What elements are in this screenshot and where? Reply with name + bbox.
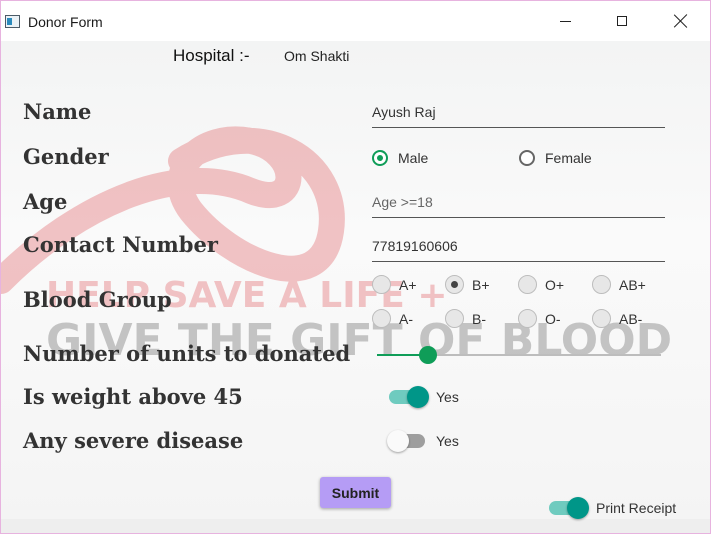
blood-group-ab-pos-radio[interactable]: AB+ [592,275,646,294]
minimize-icon [559,20,571,22]
app-window-icon [5,15,20,28]
weight-toggle-label: Yes [436,389,459,405]
gender-female-radio[interactable]: Female [519,150,592,166]
hospital-label: Hospital :- [173,46,250,65]
units-label: Number of units to donated [23,341,351,366]
disease-label: Any severe disease [23,428,244,453]
radio-indicator [518,309,537,328]
age-field[interactable]: Age >=18 [372,191,665,218]
blood-option-label: A- [399,310,413,327]
radio-indicator [445,309,464,328]
gender-male-radio[interactable]: Male [372,150,428,166]
blood-group-o-neg-radio[interactable]: O- [518,309,561,328]
print-receipt-label: Print Receipt [596,500,677,516]
hospital-value: Om Shakti [284,48,350,64]
name-label: Name [23,99,92,124]
blood-option-label: A+ [399,276,417,293]
blood-option-label: AB- [619,310,643,327]
radio-indicator [518,275,537,294]
submit-button[interactable]: Submit [320,477,391,508]
bottom-strip [1,519,710,533]
print-receipt-toggle[interactable] [549,497,589,519]
blood-group-a-pos-radio[interactable]: A+ [372,275,417,294]
gender-label: Gender [23,144,109,169]
gender-male-label: Male [398,150,429,166]
title-bar[interactable]: Donor Form [1,1,710,41]
minimize-button[interactable] [541,1,589,41]
blood-group-label: Blood Group [23,287,172,312]
gender-female-label: Female [545,150,592,166]
blood-group-b-pos-radio[interactable]: B+ [445,275,490,294]
blood-group-ab-neg-radio[interactable]: AB- [592,309,642,328]
contact-number-field[interactable]: 77819160606 [372,235,665,262]
weight-label: Is weight above 45 [23,384,243,409]
units-slider-thumb[interactable] [419,346,437,364]
age-label: Age [23,189,68,214]
disease-toggle-label: Yes [436,433,459,449]
radio-indicator [372,309,391,328]
close-icon [674,14,688,28]
radio-selected-indicator [372,150,388,166]
name-field[interactable]: Ayush Raj [372,101,665,128]
contact-number-label: Contact Number [23,232,218,257]
form-content: HELP SAVE A LIFE + GIVE THE GIFT OF BLOO… [1,41,710,533]
blood-option-label: B- [472,310,486,327]
close-button[interactable] [657,1,705,41]
toggle-knob [407,386,429,408]
blood-group-a-neg-radio[interactable]: A- [372,309,413,328]
blood-option-label: O- [545,310,561,327]
weight-toggle[interactable] [389,386,429,408]
donor-form-window: Donor Form HELP SAVE A LIFE + GIVE THE G… [0,0,711,534]
blood-option-label: B+ [472,276,490,293]
maximize-icon [617,16,627,26]
window-title: Donor Form [28,14,103,30]
disease-toggle[interactable] [387,430,429,452]
radio-indicator [592,275,611,294]
radio-indicator [592,309,611,328]
blood-group-b-neg-radio[interactable]: B- [445,309,486,328]
radio-selected-indicator [445,275,464,294]
toggle-knob [567,497,589,519]
blood-group-o-pos-radio[interactable]: O+ [518,275,564,294]
maximize-button[interactable] [598,1,646,41]
radio-indicator [372,275,391,294]
blood-option-label: O+ [545,276,565,293]
toggle-knob [387,430,409,452]
radio-unselected-indicator [519,150,535,166]
blood-option-label: AB+ [619,276,646,293]
